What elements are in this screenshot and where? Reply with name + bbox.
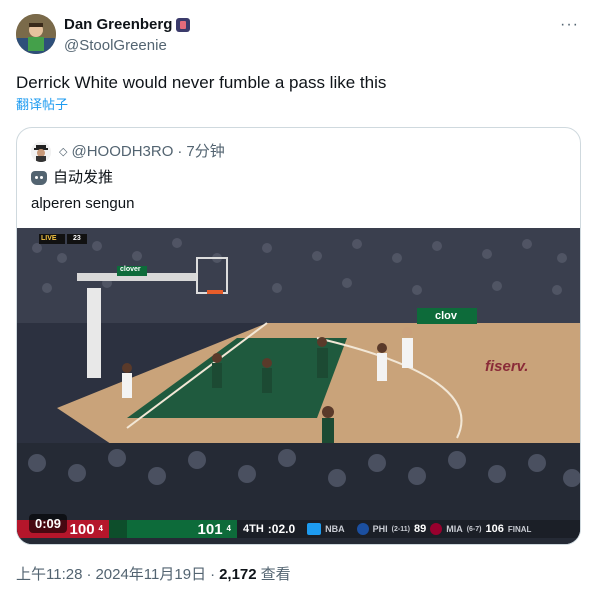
period: 4TH [243, 523, 264, 535]
other-score1: 89 [413, 523, 427, 535]
avatar-image [16, 14, 56, 54]
game-clock: 4TH :02.0 [237, 522, 301, 536]
quoted-separator: · [177, 143, 183, 160]
auto-post-label: 自动发推 [53, 169, 114, 186]
meta-separator-2: · [210, 566, 216, 583]
tweet-meta: 上午11:28 · 2024年11月19日 · 2,172 查看 [16, 565, 291, 585]
post-date[interactable]: 2024年11月19日 [95, 565, 206, 585]
other-team2-record: (6-7) [466, 525, 482, 533]
league-label: NBA [325, 524, 345, 534]
live-label: LIVE [41, 235, 57, 242]
author-name[interactable]: Dan Greenberg [64, 15, 172, 35]
bucks-logo-icon [109, 520, 127, 538]
sixers-logo-icon [356, 523, 369, 535]
clock: :02.0 [267, 522, 296, 536]
heat-logo-icon [430, 523, 443, 535]
views-label: 查看 [260, 566, 291, 583]
other-team1: PHI [372, 524, 388, 534]
other-team2: MIA [446, 524, 463, 534]
robot-icon [31, 171, 47, 185]
other-game-ticker: PHI (2-11) 89 MIA (6-7) 106 FINAL [351, 523, 538, 535]
live-number: 23 [73, 235, 81, 242]
other-score2: 106 [485, 523, 504, 535]
auto-post-label-row: 自动发推 [31, 168, 113, 188]
court-ad-clov: clov [435, 310, 458, 322]
translate-post-link[interactable]: 翻译帖子 [16, 97, 68, 113]
court-ad-fiserv: fiserv. [485, 358, 529, 375]
scorebug: 100 4 101 4 4TH :02.0 NBA PHI (2-11) 89 [17, 520, 580, 538]
away-score: 101 [197, 520, 223, 538]
tweet-text: Derrick White would never fumble a pass … [16, 73, 387, 92]
author-name-row[interactable]: Dan Greenberg [64, 15, 191, 35]
diamond-icon: ◇ [59, 146, 68, 158]
quoted-handle[interactable]: @HOODH3RO [71, 142, 173, 162]
quoted-header: ◇ @HOODH3RO · 7分钟 [59, 142, 225, 162]
away-team-score-box: 101 4 [127, 520, 237, 538]
video-frame [17, 228, 580, 544]
other-team1-record: (2-11) [391, 525, 410, 533]
quoted-avatar-image [31, 142, 51, 162]
more-options-icon[interactable]: ··· [560, 16, 579, 34]
author-avatar[interactable] [16, 14, 56, 54]
other-game-status: FINAL [507, 524, 532, 534]
quoted-time[interactable]: 7分钟 [186, 142, 224, 162]
post-time[interactable]: 上午11:28 [16, 565, 82, 585]
verified-badge-icon [176, 18, 191, 32]
league-segment: NBA [301, 523, 351, 535]
away-fouls: 4 [226, 524, 231, 533]
home-fouls: 4 [98, 524, 103, 533]
fanduel-logo-icon [307, 523, 322, 535]
quoted-text: alperen sengun [31, 195, 135, 212]
view-count: 2,172 [219, 566, 257, 583]
meta-separator-1: · [86, 566, 92, 583]
video-timer: 0:09 [29, 514, 68, 533]
home-score: 100 [69, 520, 95, 538]
court-ad-clover: clover [120, 266, 141, 273]
author-handle[interactable]: @StoolGreenie [64, 36, 167, 56]
quoted-author-avatar[interactable] [31, 142, 51, 162]
video-player[interactable]: LIVE 23 fiserv. clov clover 100 4 101 4 … [17, 228, 580, 544]
quoted-tweet-card[interactable]: ◇ @HOODH3RO · 7分钟 自动发推 alperen sengun LI… [16, 127, 581, 545]
